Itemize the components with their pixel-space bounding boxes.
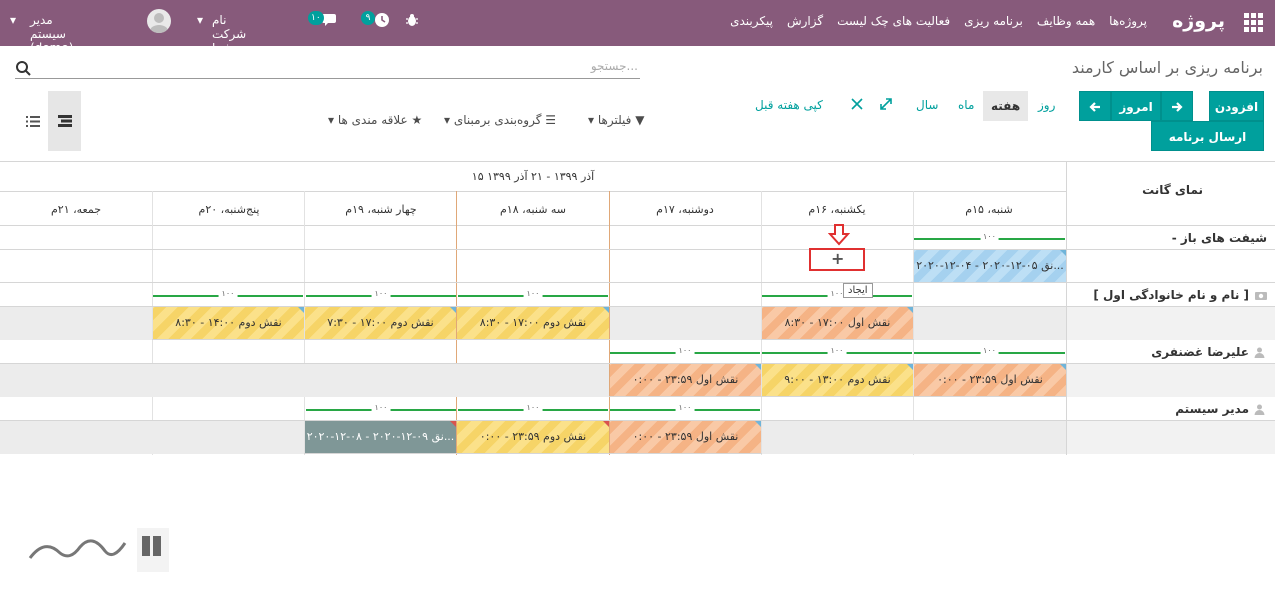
company-switcher[interactable]: نام شرکت شما <box>212 13 246 55</box>
search-input[interactable]: جستجو... <box>15 57 640 79</box>
day-header: سه شنبه، ۱۸م <box>499 203 567 216</box>
shift-pill[interactable]: ۰:۰۰ - ۲۳:۵۹ نقش اول <box>610 421 761 453</box>
allocation-bar: ۱۰۰ <box>762 289 912 298</box>
row-label-open-shifts[interactable]: - شیفت های باز <box>1172 231 1267 245</box>
favorites-label: علاقه مندی ها <box>337 113 408 127</box>
shift-pill[interactable]: ۲۰۲۰-۱۲-۰۴ - ۲۰۲۰-۱۲-۰۵ نق... <box>914 250 1066 282</box>
day-header: یکشنبه، ۱۶م <box>808 203 866 216</box>
search-icon[interactable] <box>15 60 31 76</box>
gantt-chart: نمای گانت ۱۵ آذر ۱۳۹۹ - ۲۱ آذر ۱۳۹۹ شنبه… <box>0 161 1275 455</box>
gantt-header-label: نمای گانت <box>1142 183 1203 197</box>
filter-icon: ▼ <box>635 113 645 127</box>
activities-badge: ۹ <box>361 11 375 25</box>
allocation-bar: ۱۰۰ <box>153 289 303 298</box>
arrow-right-icon <box>1172 102 1183 112</box>
shift-pill[interactable]: ۷:۳۰ - ۱۷:۰۰ نقش دوم <box>305 307 456 339</box>
plus-icon: + <box>831 249 845 268</box>
search-placeholder: جستجو... <box>590 59 638 73</box>
allocation-bar: ۱۰۰ <box>610 346 760 355</box>
messages-icon[interactable] <box>322 12 340 28</box>
shift-pill[interactable]: ۰:۰۰ - ۲۳:۵۹ نقش اول <box>610 364 761 396</box>
apps-grid-icon[interactable] <box>1243 12 1263 32</box>
menu-checklist-activities[interactable]: فعالیت های چک لیست <box>837 14 950 28</box>
gantt-date-range: ۱۵ آذر ۱۳۹۹ - ۲۱ آذر ۱۳۹۹ <box>471 170 595 183</box>
allocation-bar: ۱۰۰ <box>458 403 608 412</box>
favorites-dropdown[interactable]: ▾ علاقه مندی ها ★ <box>328 113 422 127</box>
group-by-label: گروه‌بندی برمبنای <box>453 113 542 127</box>
main-menu: پروژه‌ها همه وظایف برنامه ریزی فعالیت ها… <box>730 14 1147 28</box>
group-by-dropdown[interactable]: ▾ گروه‌بندی برمبنای ☰ <box>444 113 556 127</box>
gantt-icon <box>58 115 72 127</box>
create-button[interactable]: + <box>809 248 865 271</box>
shift-pill[interactable]: ۸:۳۰ - ۱۷:۰۰ نقش اول <box>762 307 913 339</box>
day-header: دوشنبه، ۱۷م <box>656 203 714 216</box>
row-label-alireza[interactable]: علیرضا غضنفری <box>1151 345 1249 359</box>
allocation-bar: ۱۰۰ <box>458 289 608 298</box>
allocation-bar: ۱۰۰ <box>914 232 1065 241</box>
allocation-bar: ۱۰۰ <box>914 346 1065 355</box>
user-icon <box>1254 347 1265 358</box>
prev-button[interactable] <box>1079 91 1111 121</box>
day-header: پنج‌شنبه، ۲۰م <box>198 203 260 216</box>
scale-year[interactable]: سال <box>916 98 938 112</box>
add-button[interactable]: افزودن <box>1209 91 1264 121</box>
row-label-admin[interactable]: مدیر سیستم <box>1175 402 1249 416</box>
scale-week[interactable]: هفته <box>983 91 1029 121</box>
allocation-bar: ۱۰۰ <box>762 346 912 355</box>
shift-pill[interactable]: ۲۰۲۰-۱۲-۰۸ - ۲۰۲۰-۱۲-۰۹ نق... <box>305 421 456 453</box>
app-brand[interactable]: پروژه <box>1172 10 1225 32</box>
clock-icon[interactable] <box>374 12 390 28</box>
send-schedule-button[interactable]: ارسال برنامه زمانی <box>1151 121 1264 174</box>
avatar[interactable] <box>147 9 171 33</box>
expand-icon[interactable] <box>880 98 892 110</box>
user-icon <box>1254 404 1265 415</box>
list-icon: ☰ <box>545 113 556 127</box>
menu-all-tasks[interactable]: همه وظایف <box>1037 14 1095 28</box>
shift-pill[interactable]: ۸:۳۰ - ۱۴:۰۰ نقش دوم <box>153 307 304 339</box>
user-menu-caret[interactable]: ▾ <box>10 13 16 27</box>
company-caret[interactable]: ▾ <box>197 13 203 27</box>
day-header: چهار شنبه، ۱۹م <box>345 203 417 216</box>
page-title: برنامه ریزی بر اساس کارمند <box>1071 58 1263 77</box>
menu-projects[interactable]: پروژه‌ها <box>1109 14 1147 28</box>
arrow-left-icon <box>1089 102 1100 112</box>
list-view-icon[interactable] <box>26 116 40 127</box>
top-navbar: پروژه پروژه‌ها همه وظایف برنامه ریزی فعا… <box>0 0 1275 55</box>
next-button[interactable] <box>1161 91 1193 121</box>
annotation-arrow-icon <box>828 224 850 246</box>
shift-pill[interactable]: ۸:۳۰ - ۱۷:۰۰ نقش دوم <box>457 307 609 339</box>
row-label-first-employee[interactable]: [ نام و نام خانوادگی اول ] <box>1093 288 1249 302</box>
collapse-icon[interactable] <box>851 98 863 110</box>
menu-configuration[interactable]: پیکربندی <box>730 14 773 28</box>
menu-reporting[interactable]: گزارش <box>787 14 823 28</box>
copy-previous-week[interactable]: کپی هفته قبل <box>755 98 823 112</box>
scale-day[interactable]: روز <box>1038 98 1055 112</box>
gantt-view-button[interactable] <box>48 91 81 151</box>
user-name[interactable]: مدیر سیستم (demo) <box>30 13 73 55</box>
allocation-bar: ۱۰۰ <box>610 403 760 412</box>
shift-pill[interactable]: ۰:۰۰ - ۲۳:۵۹ نقش اول <box>914 364 1066 396</box>
allocation-bar: ۱۰۰ <box>306 289 456 298</box>
shift-pill[interactable]: ۹:۰۰ - ۱۳:۰۰ نقش دوم <box>762 364 913 396</box>
allocation-bar: ۱۰۰ <box>306 403 456 412</box>
messages-badge: ۱۰ <box>308 11 324 25</box>
create-tooltip: ایجاد <box>843 283 873 298</box>
today-button[interactable]: امروز <box>1111 91 1161 121</box>
bug-icon[interactable] <box>405 13 419 27</box>
shift-pill[interactable]: ۰:۰۰ - ۲۳:۵۹ نقش دوم <box>457 421 609 453</box>
star-icon: ★ <box>411 113 423 127</box>
camera-icon <box>1255 292 1267 300</box>
scale-month[interactable]: ماه <box>958 98 974 112</box>
menu-planning[interactable]: برنامه ریزی <box>964 14 1023 28</box>
day-header: شنبه، ۱۵م <box>965 203 1013 216</box>
filters-label: فیلترها <box>597 113 632 127</box>
filters-dropdown[interactable]: ▾ فیلترها ▼ <box>588 113 644 127</box>
day-header: جمعه، ۲۱م <box>50 203 102 216</box>
watermark-logo <box>28 528 169 572</box>
